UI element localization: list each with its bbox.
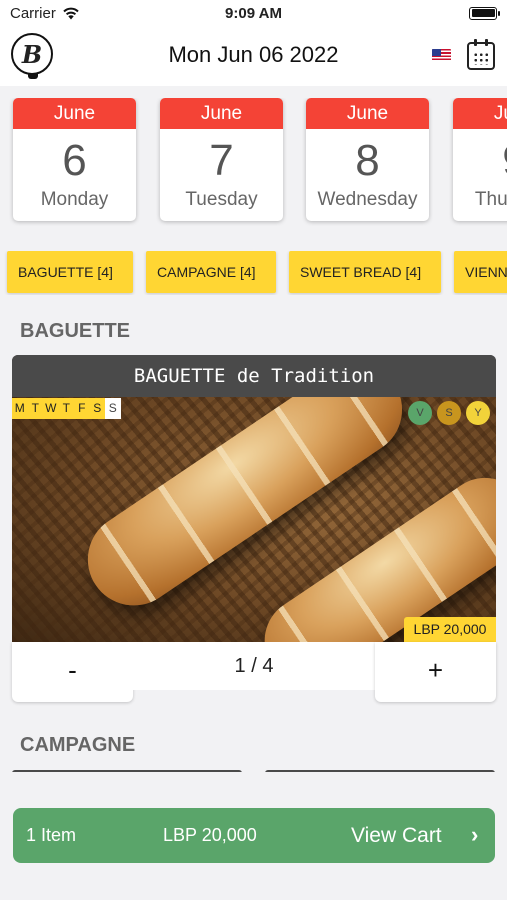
product-name: BAGUETTE de Tradition [12, 355, 496, 397]
date-picker-strip: June 6 Monday June 7 Tuesday June 8 Wedn… [0, 98, 507, 226]
section-title-campagne: CAMPAGNE [20, 734, 136, 756]
diet-badges: V S Y [408, 401, 490, 425]
price-tag: LBP 20,000 [404, 617, 496, 642]
weekday-tuesday: T [27, 398, 43, 419]
battery-icon [469, 6, 500, 20]
carrier-area: Carrier [10, 5, 80, 22]
date-card-month: June [306, 98, 429, 129]
date-card-jun-6[interactable]: June 6 Monday [13, 98, 136, 221]
carrier-label: Carrier [10, 4, 56, 22]
date-card-month: June [160, 98, 283, 129]
product-card[interactable]: BAGUETTE de Tradition M T W T F S S V S … [12, 355, 496, 642]
status-bar: Carrier 9:09 AM [0, 0, 507, 26]
category-campagne[interactable]: CAMPAGNE [4] [146, 251, 276, 293]
view-cart-button[interactable]: 1 Item LBP 20,000 View Cart › [13, 808, 495, 863]
date-card-month: June [453, 98, 507, 129]
date-card-day: 6 [62, 136, 87, 185]
page-title: Mon Jun 06 2022 [168, 42, 339, 67]
date-card-weekday: Wednesday [317, 189, 418, 210]
app-header: B Mon Jun 06 2022 [0, 26, 507, 86]
date-card-jun-9[interactable]: June 9 Thursday [453, 98, 507, 221]
date-card-day: 8 [355, 136, 380, 185]
product-image[interactable] [12, 397, 496, 642]
badge-s: S [437, 401, 461, 425]
category-baguette[interactable]: BAGUETTE [4] [7, 251, 133, 293]
date-card-month: June [13, 98, 136, 129]
decrease-button[interactable]: - [12, 642, 133, 702]
weekday-saturday: S [89, 398, 105, 419]
bottom-cart-panel: 1 Item LBP 20,000 View Cart › [0, 772, 507, 900]
view-cart-label: View Cart [351, 824, 442, 847]
date-card-day: 7 [209, 136, 234, 185]
cart-item-count: 1 Item [26, 825, 77, 845]
badge-y: Y [466, 401, 490, 425]
date-card-day: 9 [453, 135, 507, 187]
section-title-baguette: BAGUETTE [20, 320, 130, 342]
date-card-jun-7[interactable]: June 7 Tuesday [160, 98, 283, 221]
quantity-stepper: - 1 / 4 + [12, 642, 496, 702]
date-card-weekday: Tuesday [185, 189, 258, 210]
increase-button[interactable]: + [375, 642, 496, 702]
availability-weekdays: M T W T F S S [12, 398, 121, 419]
category-sweet-bread[interactable]: SWEET BREAD [4] [289, 251, 441, 293]
weekday-thursday: T [58, 398, 74, 419]
weekday-wednesday: W [43, 398, 59, 419]
cart-total: LBP 20,000 [163, 825, 257, 845]
category-viennoiserie[interactable]: VIENNOISERIE [4] [454, 251, 507, 293]
date-card-weekday: Monday [40, 189, 109, 210]
date-card-jun-8[interactable]: June 8 Wednesday [306, 98, 429, 221]
calendar-icon[interactable] [467, 39, 495, 70]
category-strip: BAGUETTE [4] CAMPAGNE [4] SWEET BREAD [4… [0, 251, 507, 295]
quantity-display: 1 / 4 [133, 642, 375, 690]
weekday-sunday: S [105, 398, 121, 419]
weekday-monday: M [12, 398, 28, 419]
badge-v: V [408, 401, 432, 425]
wifi-icon [63, 7, 79, 19]
weekday-friday: F [74, 398, 90, 419]
date-card-weekday: Thursday [474, 189, 507, 210]
us-flag-icon[interactable] [432, 49, 451, 62]
chevron-right-icon: › [471, 822, 479, 847]
